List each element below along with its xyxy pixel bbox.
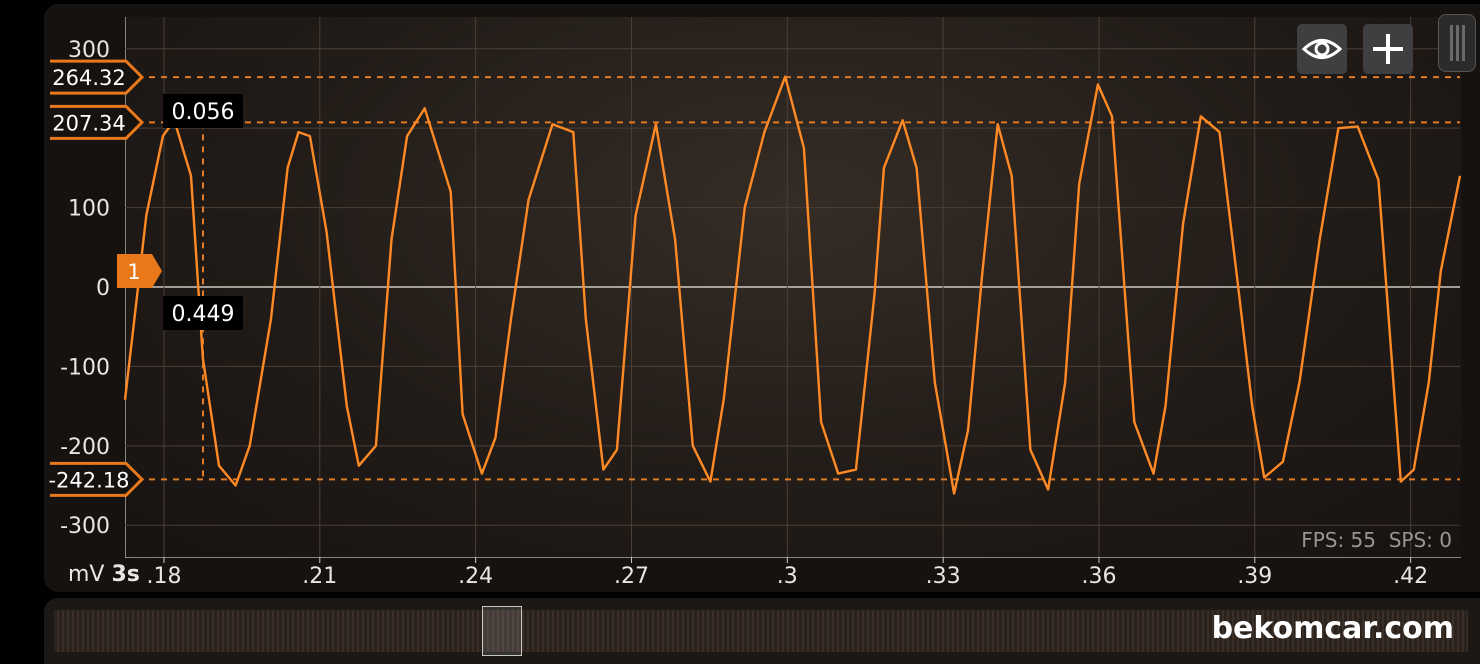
y-tick-label-0: 300 <box>68 38 110 63</box>
y-unit-label: mV <box>68 562 105 587</box>
cursor-tag-3[interactable]: -242.18 <box>48 461 145 497</box>
cursor-tag-2[interactable]: 207.34 <box>50 104 145 140</box>
channel-marker[interactable]: 1 <box>117 254 162 288</box>
plus-icon <box>1373 34 1403 64</box>
grid <box>125 17 1460 563</box>
axis-unit[interactable]: mV 3s <box>68 562 140 587</box>
y-tick-label-3: -100 <box>60 355 110 380</box>
x-tick-label-7: .39 <box>1237 564 1272 589</box>
side-panel-handle[interactable] <box>1438 14 1476 72</box>
cursor-readout-bottom: 0.449 <box>163 296 243 330</box>
x-tick-label-6: .36 <box>1081 564 1116 589</box>
add-button[interactable] <box>1363 24 1413 74</box>
watermark: bekomcar.com <box>1211 611 1454 646</box>
x-tick-label-8: .42 <box>1393 564 1428 589</box>
y-tick-label-1: 100 <box>68 197 110 222</box>
eye-button[interactable] <box>1297 24 1347 74</box>
y-tick-label-4: -200 <box>60 435 110 460</box>
y-tick-label-2: 0 <box>96 276 110 301</box>
x-tick-label-2: .24 <box>458 564 493 589</box>
cursor-lines[interactable] <box>125 76 1460 481</box>
oscilloscope-chart[interactable]: 300 100 0 -100 -200 -300 .18 .21 .24 .27 .3 .33 .36… <box>0 0 1480 600</box>
x-tick-label-5: .33 <box>926 564 961 589</box>
x-axis-ticks: .18 .21 .24 .27 .3 .33 .36 .39 .42 <box>146 564 1428 589</box>
cursor-readout-bottom-value: 0.449 <box>172 302 235 327</box>
channel-label: 1 <box>127 260 140 284</box>
cursor-tag-1[interactable]: 264.32 <box>50 59 145 95</box>
signal-trace <box>123 75 1462 495</box>
time-base-label: 3s <box>111 562 140 587</box>
cursor-tag-3-value: -242.18 <box>48 468 129 492</box>
fps-value: FPS: 55 <box>1301 528 1376 552</box>
timeline-thumb[interactable] <box>482 606 522 656</box>
x-tick-label-4: .3 <box>777 564 798 589</box>
sps-value: SPS: 0 <box>1388 528 1452 552</box>
cursor-readout-top-value: 0.056 <box>172 100 235 125</box>
cursor-readout-top: 0.056 <box>163 94 243 128</box>
cursor-tag-1-value: 264.32 <box>52 66 125 90</box>
x-tick-label-1: .21 <box>302 564 337 589</box>
x-tick-label-3: .27 <box>614 564 649 589</box>
cursor-tag-2-value: 207.34 <box>52 111 125 135</box>
status-readout: FPS: 55 SPS: 0 <box>1301 528 1452 552</box>
x-tick-label-0: .18 <box>146 564 181 589</box>
eye-icon <box>1301 39 1343 59</box>
y-tick-label-5: -300 <box>60 514 110 539</box>
